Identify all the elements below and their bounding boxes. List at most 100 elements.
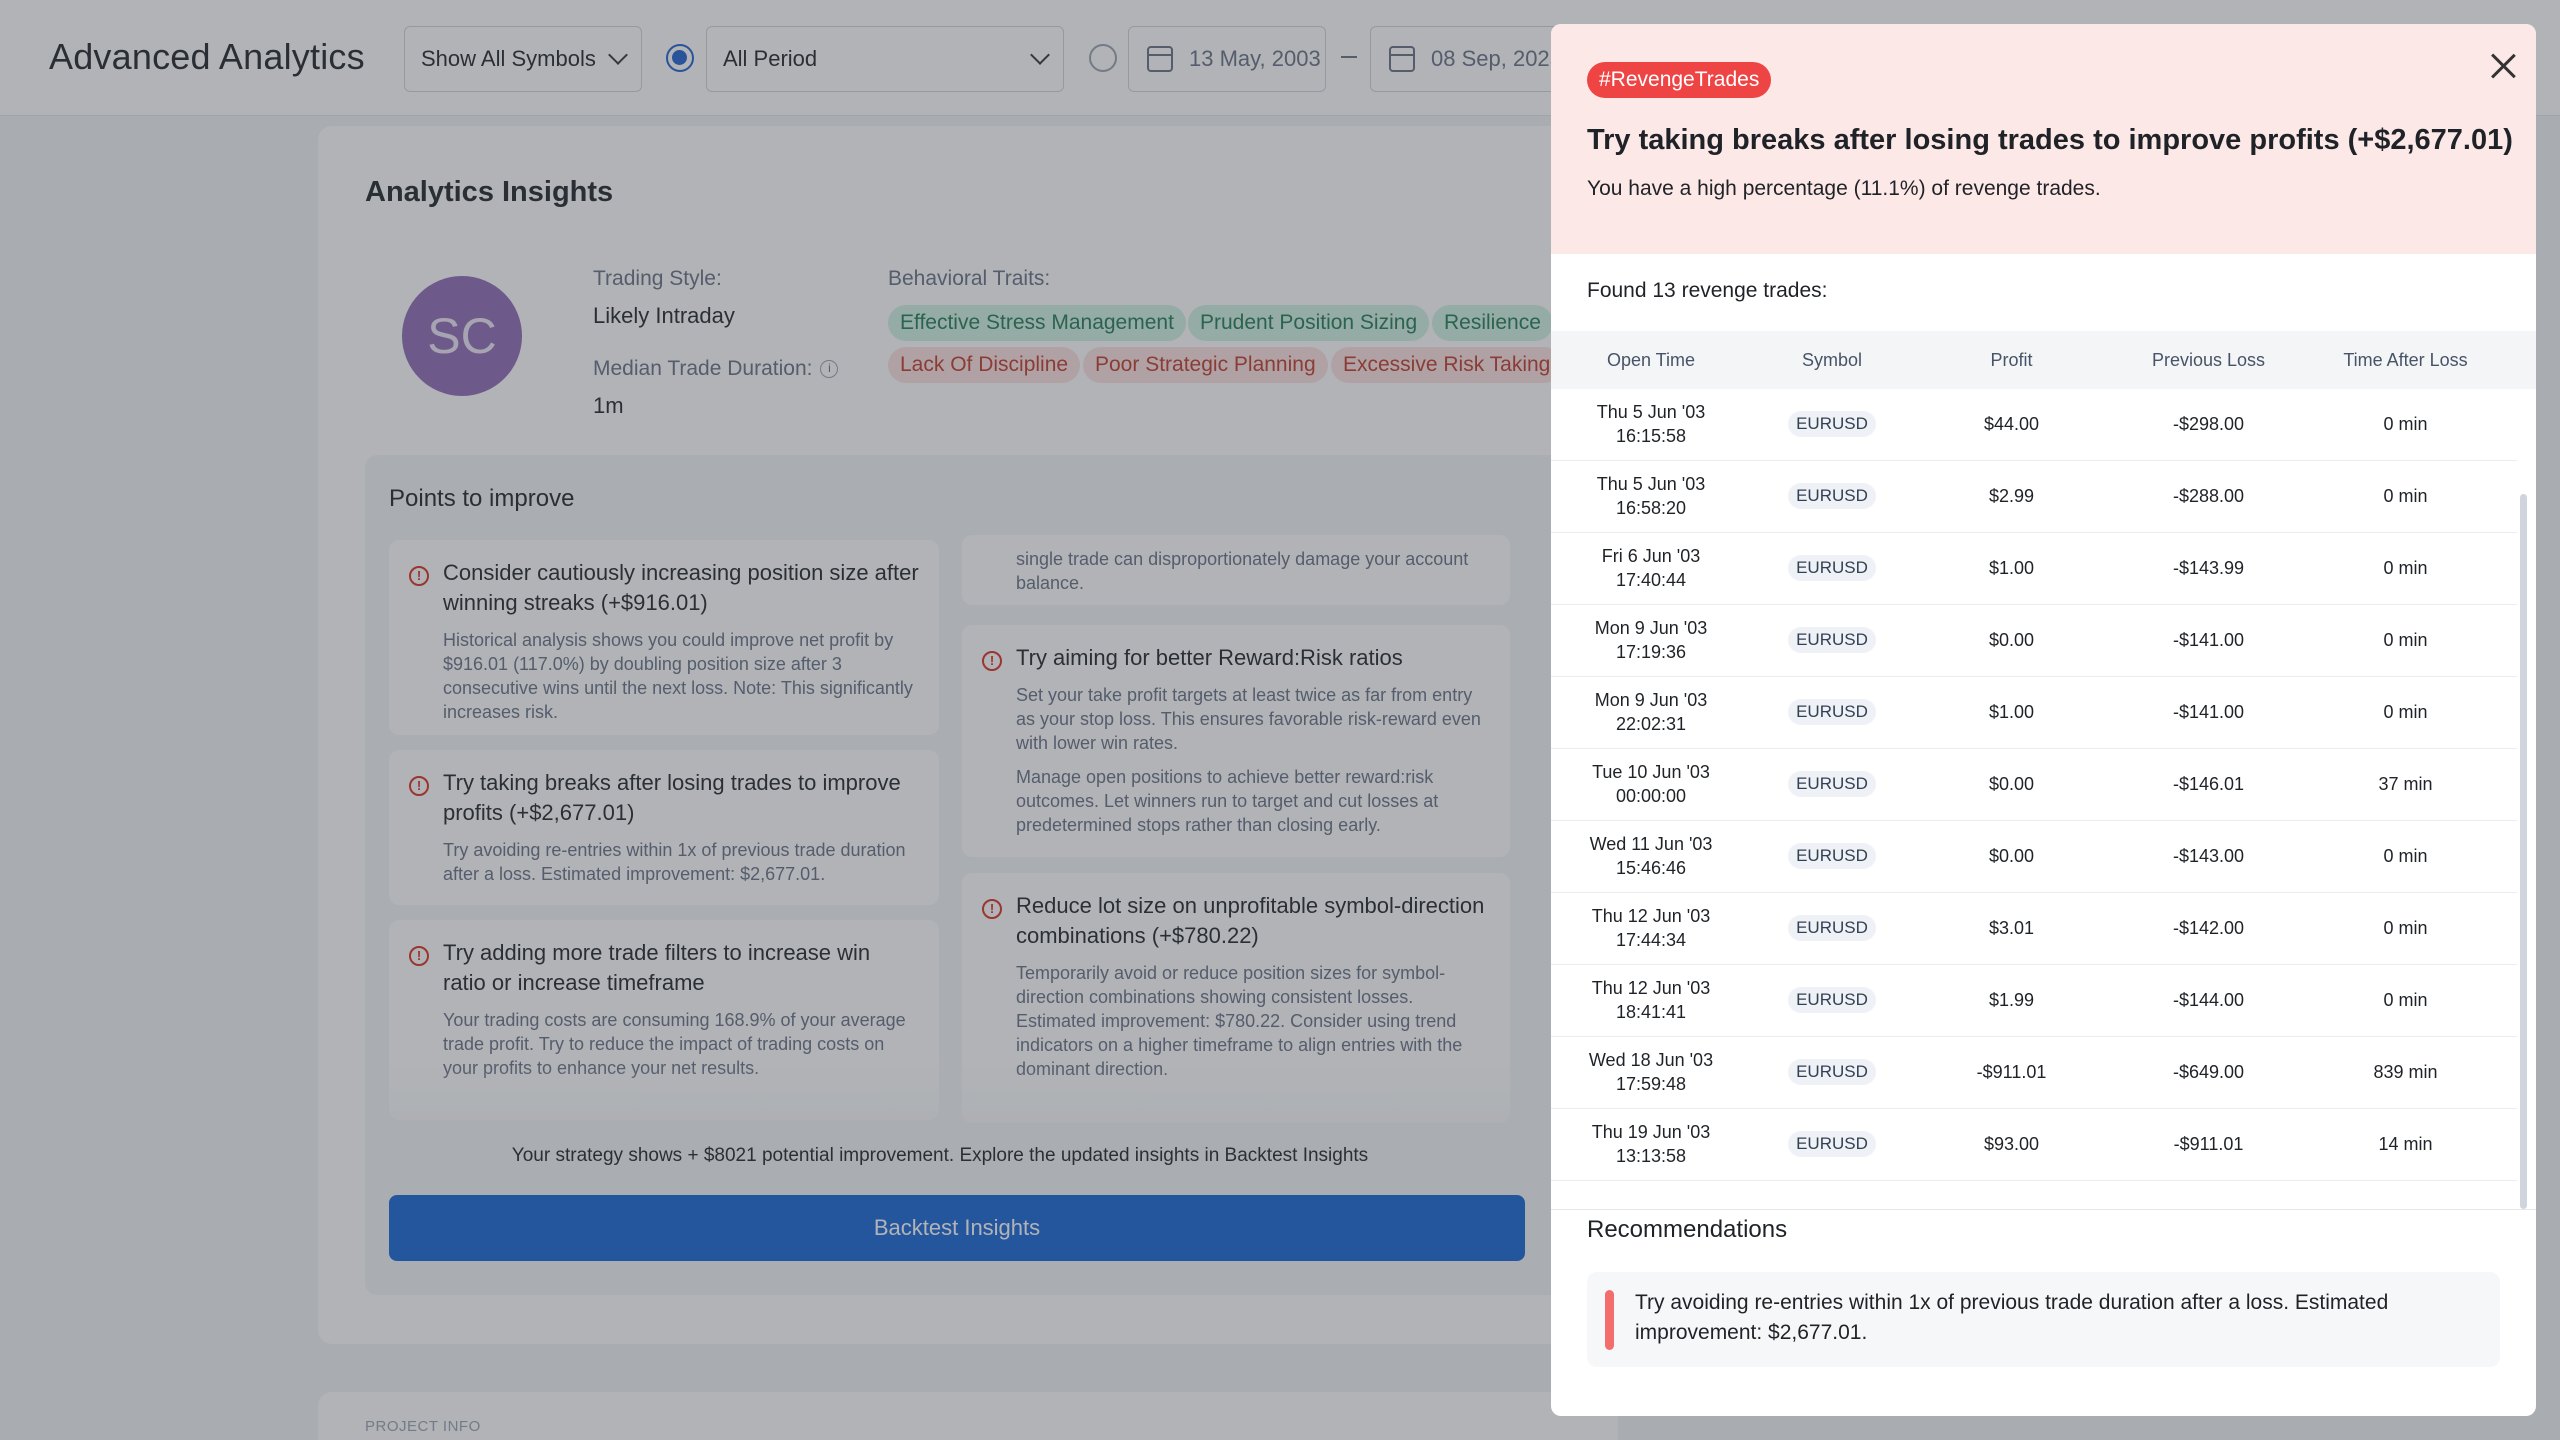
open-time-cell: Tue 10 Jun '03 00:00:00: [1551, 760, 1751, 808]
time-after-loss-cell: 0 min: [2383, 846, 2428, 866]
profit-cell: $0.00: [1988, 774, 2035, 794]
table-row: Wed 18 Jun '03 17:59:48 EURUSD -$911.01 -…: [1551, 1037, 2517, 1109]
open-time-cell: Wed 11 Jun '03 15:46:46: [1551, 832, 1751, 880]
column-profit[interactable]: Profit: [1913, 350, 2110, 371]
revenge-trades-tag: #RevengeTrades: [1587, 62, 1772, 98]
open-date: Thu 12 Jun '03: [1591, 906, 1711, 926]
symbol-cell: EURUSD: [1751, 483, 1913, 509]
profit-cell: $3.01: [1988, 918, 2035, 938]
symbol-badge: EURUSD: [1788, 987, 1876, 1013]
column-previous-loss[interactable]: Previous Loss: [2110, 350, 2307, 371]
symbol-cell: EURUSD: [1751, 843, 1913, 869]
symbol-cell: EURUSD: [1751, 915, 1913, 941]
open-time-cell: Wed 18 Jun '03 17:59:48: [1551, 1048, 1751, 1096]
profit-cell: $93.00: [1983, 1134, 2040, 1154]
table-header: Open Time Symbol Profit Previous Loss Ti…: [1551, 331, 2536, 389]
close-icon[interactable]: [2483, 46, 2523, 86]
modal-title: Try taking breaks after losing trades to…: [1587, 124, 2513, 156]
open-time: 18:41:41: [1615, 1002, 1687, 1022]
found-trades-text: Found 13 revenge trades:: [1587, 279, 1828, 302]
previous-loss-cell: -$288.00: [2172, 486, 2245, 506]
symbol-cell: EURUSD: [1751, 411, 1913, 437]
open-date: Tue 10 Jun '03: [1592, 762, 1710, 782]
previous-loss-cell: -$142.00: [2172, 918, 2245, 938]
previous-loss-cell: -$143.00: [2172, 846, 2245, 866]
time-after-loss-cell: 839 min: [2373, 1062, 2438, 1082]
revenge-trades-modal: #RevengeTrades Try taking breaks after l…: [1551, 24, 2536, 1416]
symbol-cell: EURUSD: [1751, 555, 1913, 581]
open-date: Wed 11 Jun '03: [1589, 834, 1713, 854]
time-after-loss-cell: 0 min: [2383, 414, 2428, 434]
open-date: Thu 12 Jun '03: [1591, 978, 1711, 998]
column-symbol[interactable]: Symbol: [1751, 350, 1913, 371]
symbol-badge: EURUSD: [1788, 915, 1876, 941]
profit-cell: $2.99: [1988, 486, 2035, 506]
time-after-loss-cell: 0 min: [2383, 558, 2428, 578]
time-after-loss-cell: 0 min: [2383, 630, 2428, 650]
open-date: Thu 5 Jun '03: [1596, 474, 1706, 494]
symbol-badge: EURUSD: [1788, 411, 1876, 437]
time-after-loss-cell: 0 min: [2383, 918, 2428, 938]
profit-cell: $1.00: [1988, 558, 2035, 578]
table-row: Thu 12 Jun '03 18:41:41 EURUSD $1.99 -$14…: [1551, 965, 2517, 1037]
previous-loss-cell: -$141.00: [2172, 702, 2245, 722]
table-row: Wed 11 Jun '03 15:46:46 EURUSD $0.00 -$14…: [1551, 821, 2517, 893]
open-time: 15:46:46: [1615, 858, 1687, 878]
symbol-badge: EURUSD: [1788, 627, 1876, 653]
open-date: Thu 19 Jun '03: [1591, 1122, 1711, 1142]
symbol-cell: EURUSD: [1751, 627, 1913, 653]
table-row: Tue 10 Jun '03 00:00:00 EURUSD $0.00 -$14…: [1551, 749, 2517, 821]
symbol-badge: EURUSD: [1788, 699, 1876, 725]
time-after-loss-cell: 14 min: [2378, 1134, 2433, 1154]
time-after-loss-cell: 0 min: [2383, 990, 2428, 1010]
open-time: 17:59:48: [1615, 1074, 1687, 1094]
open-time-cell: Thu 5 Jun '03 16:15:58: [1551, 400, 1751, 448]
profit-cell: $44.00: [1983, 414, 2040, 434]
column-time-after-loss[interactable]: Time After Loss: [2307, 350, 2504, 371]
column-open-time[interactable]: Open Time: [1551, 350, 1751, 371]
symbol-cell: EURUSD: [1751, 987, 1913, 1013]
previous-loss-cell: -$143.99: [2172, 558, 2245, 578]
table-row: Fri 6 Jun '03 17:40:44 EURUSD $1.00 -$143…: [1551, 533, 2517, 605]
open-date: Wed 18 Jun '03: [1588, 1050, 1714, 1070]
table-row: Mon 9 Jun '03 22:02:31 EURUSD $1.00 -$141…: [1551, 677, 2517, 749]
previous-loss-cell: -$144.00: [2172, 990, 2245, 1010]
open-time: 00:00:00: [1615, 786, 1687, 806]
open-date: Mon 9 Jun '03: [1594, 690, 1708, 710]
table-row: Thu 12 Jun '03 17:44:34 EURUSD $3.01 -$14…: [1551, 893, 2517, 965]
open-time-cell: Thu 12 Jun '03 17:44:34: [1551, 904, 1751, 952]
time-after-loss-cell: 0 min: [2383, 486, 2428, 506]
symbol-badge: EURUSD: [1788, 1131, 1876, 1157]
open-time: 17:40:44: [1615, 570, 1687, 590]
open-time: 22:02:31: [1615, 714, 1687, 734]
table-row: Thu 5 Jun '03 16:15:58 EURUSD $44.00 -$29…: [1551, 389, 2517, 461]
profit-cell: $1.00: [1988, 702, 2035, 722]
open-time: 17:44:34: [1615, 930, 1687, 950]
previous-loss-cell: -$146.01: [2172, 774, 2245, 794]
open-time-cell: Mon 9 Jun '03 17:19:36: [1551, 616, 1751, 664]
table-row: Mon 9 Jun '03 17:19:36 EURUSD $0.00 -$141…: [1551, 605, 2517, 677]
time-after-loss-cell: 37 min: [2378, 774, 2433, 794]
open-date: Fri 6 Jun '03: [1601, 546, 1701, 566]
recommendations-title: Recommendations: [1587, 1216, 1788, 1243]
time-after-loss-cell: 0 min: [2383, 702, 2428, 722]
symbol-cell: EURUSD: [1751, 1131, 1913, 1157]
profit-cell: $0.00: [1988, 630, 2035, 650]
previous-loss-cell: -$911.01: [2173, 1134, 2244, 1154]
symbol-cell: EURUSD: [1751, 771, 1913, 797]
table-scrollbar-thumb[interactable]: [2520, 494, 2527, 1209]
previous-loss-cell: -$649.00: [2172, 1062, 2245, 1082]
open-date: Thu 5 Jun '03: [1596, 402, 1706, 422]
table-body[interactable]: Thu 5 Jun '03 16:15:58 EURUSD $44.00 -$29…: [1551, 389, 2517, 1209]
table-divider: [1551, 1209, 2536, 1210]
open-time-cell: Thu 12 Jun '03 18:41:41: [1551, 976, 1751, 1024]
profit-cell: $1.99: [1988, 990, 2035, 1010]
symbol-badge: EURUSD: [1788, 1059, 1876, 1085]
symbol-cell: EURUSD: [1751, 699, 1913, 725]
profit-cell: -$911.01: [1976, 1062, 2047, 1082]
open-time-cell: Mon 9 Jun '03 22:02:31: [1551, 688, 1751, 736]
open-time-cell: Fri 6 Jun '03 17:40:44: [1551, 544, 1751, 592]
open-time: 13:13:58: [1615, 1146, 1687, 1166]
profit-cell: $0.00: [1988, 846, 2035, 866]
open-time: 16:15:58: [1615, 426, 1687, 446]
